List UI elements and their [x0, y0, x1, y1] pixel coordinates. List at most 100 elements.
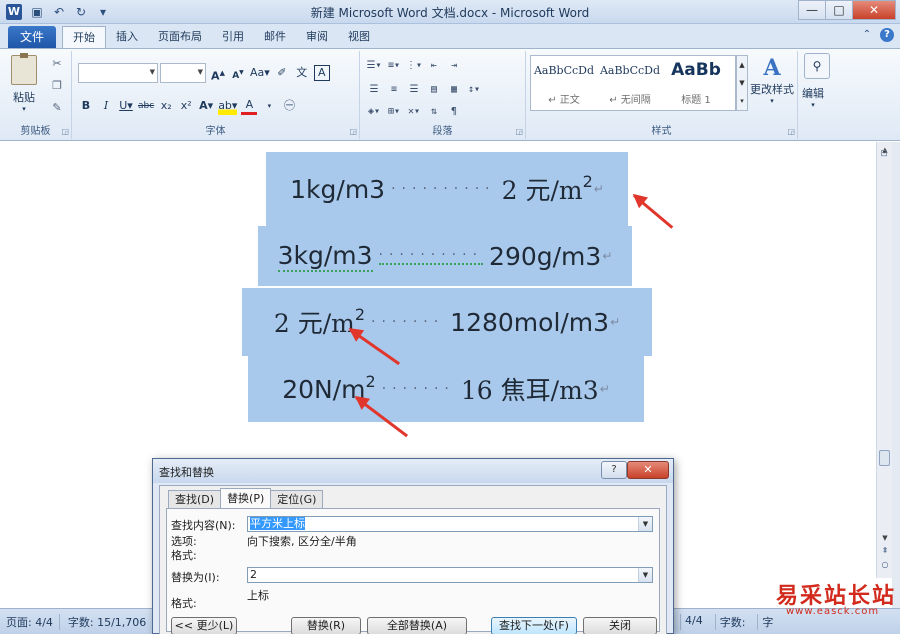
align-center-icon[interactable]: ≡: [386, 81, 402, 99]
close-window-button[interactable]: ✕: [852, 0, 896, 20]
phonetic-guide-icon[interactable]: 文: [294, 64, 310, 82]
find-next-button[interactable]: 查找下一处(F): [491, 617, 577, 634]
clear-formatting-icon[interactable]: ✐: [274, 64, 290, 82]
font-color-dropdown-icon[interactable]: ▾: [261, 97, 277, 115]
font-group-label: 字体: [205, 126, 226, 137]
tab-references[interactable]: 引用: [212, 26, 254, 48]
bullets-icon[interactable]: ☰▾: [366, 57, 382, 75]
borders-icon[interactable]: ⊞▾: [386, 103, 402, 121]
tab-replace[interactable]: 替换(P): [220, 488, 272, 508]
line-spacing-icon[interactable]: ↕▾: [466, 81, 482, 99]
status-word-count[interactable]: 字数: 15/1,706: [68, 614, 154, 630]
font-size-box[interactable]: ▼: [160, 63, 206, 83]
paste-button[interactable]: 粘贴 ▾: [6, 53, 42, 113]
tab-insert[interactable]: 插入: [106, 26, 148, 48]
minimize-button[interactable]: —: [798, 0, 826, 20]
chinese-layout-icon[interactable]: ✕▾: [406, 103, 422, 121]
align-left-icon[interactable]: ☰: [366, 81, 382, 99]
tab-review[interactable]: 审阅: [296, 26, 338, 48]
italic-icon[interactable]: I: [98, 97, 114, 115]
sort-icon[interactable]: ⇅: [426, 103, 442, 121]
text-effects-icon[interactable]: A▾: [198, 97, 214, 115]
tab-find[interactable]: 查找(D): [168, 490, 222, 508]
replace-with-dropdown-icon[interactable]: ▼: [638, 568, 652, 582]
change-case-icon[interactable]: Aa▾: [250, 64, 270, 82]
document-line-4[interactable]: 20N/m 2 ······· 16 焦耳/m3 ↵: [248, 356, 644, 422]
increase-indent-icon[interactable]: ⇥: [446, 57, 462, 75]
font-color-icon[interactable]: A: [241, 98, 258, 115]
font-name-dropdown-icon[interactable]: ▼: [150, 68, 155, 76]
vertical-scrollbar[interactable]: ▲ ▼ ⇞ ○: [876, 142, 892, 578]
format-painter-icon[interactable]: ✎: [50, 101, 64, 115]
style-gallery-scroll[interactable]: ▲ ▼ ▾: [736, 55, 748, 111]
enclose-characters-icon[interactable]: ㊀: [281, 97, 297, 115]
font-name-box[interactable]: ▼: [78, 63, 158, 83]
document-line-2[interactable]: 3kg/m3 ·········· 290g/m3 ↵: [258, 226, 632, 286]
help-icon[interactable]: ?: [880, 28, 894, 42]
previous-page-icon[interactable]: ⇞: [877, 546, 893, 558]
styles-launcher-icon[interactable]: ◲: [787, 127, 795, 136]
subscript-icon[interactable]: x₂: [158, 97, 174, 115]
style-heading-1[interactable]: AaBb 标题 1: [663, 56, 729, 110]
browse-object-icon[interactable]: ○: [877, 560, 893, 572]
dialog-title-bar[interactable]: 查找和替换 ? ✕: [153, 459, 673, 483]
replace-with-input[interactable]: 2 ▼: [247, 567, 653, 583]
gallery-more-icon[interactable]: ▾: [737, 97, 747, 105]
shading-icon[interactable]: ◈▾: [366, 103, 382, 121]
scroll-down-icon[interactable]: ▼: [877, 530, 893, 546]
status-right-extra[interactable]: 字: [757, 614, 777, 630]
status-right-words[interactable]: 字数:: [714, 614, 750, 630]
document-line-1[interactable]: 1kg/m3 ·········· 2 元/m 2 ↵: [266, 152, 628, 226]
clipboard-launcher-icon[interactable]: ◲: [61, 127, 69, 136]
font-launcher-icon[interactable]: ◲: [349, 127, 357, 136]
document-line-3[interactable]: 2 元/m 2 ······· 1280mol/m3 ↵: [242, 288, 652, 356]
tab-goto[interactable]: 定位(G): [270, 490, 324, 508]
editing-button[interactable]: 编辑 ▾: [802, 85, 824, 109]
tab-file[interactable]: 文件: [8, 26, 56, 48]
justify-icon[interactable]: ▤: [426, 81, 442, 99]
change-styles-button[interactable]: A 更改样式 ▾: [748, 55, 796, 105]
strikethrough-icon[interactable]: abc: [138, 97, 154, 115]
status-right-page[interactable]: 4/4: [680, 614, 707, 630]
replace-button[interactable]: 替换(R): [291, 617, 361, 634]
bold-icon[interactable]: B: [78, 97, 94, 115]
grow-font-icon[interactable]: A▲: [210, 64, 226, 83]
shrink-font-icon[interactable]: A▼: [230, 64, 246, 82]
align-right-icon[interactable]: ☰: [406, 81, 422, 99]
maximize-button[interactable]: □: [825, 0, 853, 20]
less-button[interactable]: << 更少(L): [171, 617, 237, 634]
paste-dropdown-icon[interactable]: ▾: [6, 105, 42, 113]
numbering-icon[interactable]: ≡▾: [386, 57, 402, 75]
collapse-ribbon-icon[interactable]: ⌃: [860, 28, 874, 42]
dialog-close-text-button[interactable]: 关闭: [583, 617, 657, 634]
tab-page-layout[interactable]: 页面布局: [148, 26, 212, 48]
style-no-spacing[interactable]: AaBbCcDd ↵ 无间隔: [597, 56, 663, 110]
highlight-icon[interactable]: ab▾: [218, 97, 238, 115]
gallery-up-icon[interactable]: ▲: [737, 61, 747, 69]
ruler-toggle-icon[interactable]: ⊡: [878, 149, 890, 161]
scroll-thumb[interactable]: [879, 450, 890, 466]
tab-mailings[interactable]: 邮件: [254, 26, 296, 48]
paragraph-launcher-icon[interactable]: ◲: [515, 127, 523, 136]
decrease-indent-icon[interactable]: ⇤: [426, 57, 442, 75]
dialog-help-button[interactable]: ?: [601, 461, 627, 479]
gallery-down-icon[interactable]: ▼: [737, 79, 747, 87]
copy-icon[interactable]: ❐: [50, 79, 64, 93]
replace-all-button[interactable]: 全部替换(A): [367, 617, 467, 634]
tab-home[interactable]: 开始: [62, 26, 106, 48]
character-border-icon[interactable]: A: [313, 65, 330, 81]
find-what-input[interactable]: 平方米上标 ▼: [247, 516, 653, 532]
underline-icon[interactable]: U▾: [118, 97, 134, 115]
style-normal[interactable]: AaBbCcDd ↵ 正文: [531, 56, 597, 110]
distributed-icon[interactable]: ▦: [446, 81, 462, 99]
multilevel-list-icon[interactable]: ⋮▾: [406, 57, 422, 75]
font-size-dropdown-icon[interactable]: ▼: [198, 68, 203, 76]
show-marks-icon[interactable]: ¶: [446, 103, 462, 121]
superscript-icon[interactable]: x²: [178, 97, 194, 115]
cut-icon[interactable]: ✂: [50, 57, 64, 71]
tab-view[interactable]: 视图: [338, 26, 380, 48]
status-page-count[interactable]: 页面: 4/4: [6, 614, 60, 630]
find-what-dropdown-icon[interactable]: ▼: [638, 517, 652, 531]
find-binoculars-icon[interactable]: ⚲: [804, 53, 830, 79]
dialog-close-button[interactable]: ✕: [627, 461, 669, 479]
